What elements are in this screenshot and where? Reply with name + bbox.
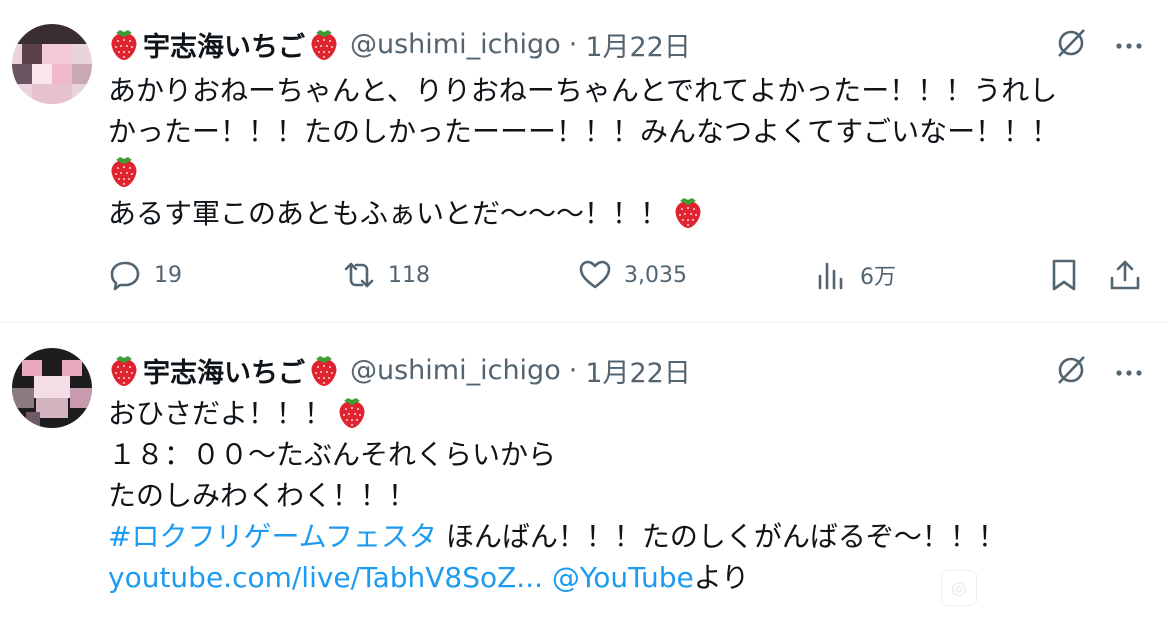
strawberry-icon: [108, 353, 140, 387]
strawberry-icon: [108, 27, 140, 61]
tweet-line: あかりおねーちゃんと、りりおねーちゃんとでれてよかったー！！！うれし: [108, 74, 1058, 107]
avatar[interactable]: [12, 24, 92, 104]
tweet[interactable]: 宇志海いちご @ushimi_ichigo · 1月22日 あかりおねーちゃんと…: [0, 0, 1168, 323]
author-name[interactable]: 宇志海いちご: [108, 351, 340, 390]
avatar[interactable]: [12, 348, 92, 428]
tweet-line: youtube.com/live/TabhV8SoZ... @YouTubeより: [108, 557, 1148, 598]
views-icon: [814, 258, 848, 292]
more-icon[interactable]: [1114, 36, 1144, 55]
mention-link[interactable]: @YouTube: [552, 561, 694, 594]
tweet-line-text: ほんばん！！！たのしくがんばるぞ〜！！！: [436, 520, 1006, 553]
tweet-line: [108, 152, 1148, 193]
tweet-text: おひさだよ！！！ １８：００〜たぶんそれくらいから たのしみわくわく！！！ #ロ…: [108, 393, 1148, 598]
tweet-line: １８：００〜たぶんそれくらいから: [108, 438, 557, 471]
watermark-icon: ◎: [941, 570, 977, 606]
reply-count: 19: [154, 262, 182, 288]
tweet-line: あるす軍このあともふぁいとだ〜〜〜！！！: [108, 193, 1148, 234]
tweet[interactable]: 宇志海いちご @ushimi_ichigo · 1月22日 おひさだよ！！！ １…: [0, 323, 1168, 618]
tweet-date[interactable]: 1月22日: [585, 25, 691, 64]
tweet-line-text: おひさだよ！！！: [108, 397, 333, 430]
repost-button[interactable]: 118: [342, 258, 430, 292]
repost-count: 118: [388, 262, 430, 288]
reply-button[interactable]: 19: [108, 258, 182, 292]
like-button[interactable]: 3,035: [578, 258, 687, 292]
author-name[interactable]: 宇志海いちご: [108, 25, 340, 64]
author-handle[interactable]: @ushimi_ichigo: [350, 29, 561, 60]
views-button[interactable]: 6万: [814, 258, 896, 292]
tweet-line: おひさだよ！！！: [108, 393, 1148, 434]
tweet-date[interactable]: 1月22日: [585, 351, 691, 390]
grok-icon[interactable]: [1054, 26, 1088, 64]
tweet-text: あかりおねーちゃんと、りりおねーちゃんとでれてよかったー！！！うれし かったー！…: [108, 70, 1148, 234]
bookmark-icon: [1047, 258, 1081, 292]
author-name-text: 宇志海いちご: [143, 31, 305, 63]
tweet-line: たのしみわくわく！！！: [108, 479, 417, 512]
share-button[interactable]: [1108, 258, 1142, 292]
share-icon: [1108, 258, 1142, 292]
tweet-action-bar: 19 118 3,035 6万: [108, 258, 1144, 298]
tweet-header: 宇志海いちご @ushimi_ichigo · 1月22日: [108, 350, 691, 390]
strawberry-icon: [308, 27, 340, 61]
strawberry-icon: [308, 353, 340, 387]
repost-icon: [342, 258, 376, 292]
strawberry-icon: [108, 154, 140, 188]
tweet-line: かったー！！！たのしかったーーー！！！みんなつよくてすごいなー！！！: [108, 115, 1060, 148]
strawberry-icon: [672, 195, 704, 229]
reply-icon: [108, 258, 142, 292]
like-count: 3,035: [624, 262, 687, 288]
strawberry-icon: [336, 395, 368, 429]
separator-dot: ·: [568, 28, 578, 60]
tweet-header: 宇志海いちご @ushimi_ichigo · 1月22日: [108, 24, 691, 64]
tweet-top-actions: [1054, 26, 1144, 64]
bookmark-button[interactable]: [1047, 258, 1081, 292]
tweet-line-text: あるす軍このあともふぁいとだ〜〜〜！！！: [108, 197, 669, 230]
tweet-line-text: より: [693, 561, 750, 594]
tweet-line: #ロクフリゲームフェスタ ほんばん！！！たのしくがんばるぞ〜！！！: [108, 516, 1148, 557]
youtube-link[interactable]: youtube.com/live/TabhV8SoZ...: [108, 561, 543, 594]
separator-dot: ·: [568, 354, 578, 386]
grok-icon[interactable]: [1054, 353, 1088, 391]
more-icon[interactable]: [1114, 363, 1144, 382]
like-icon: [578, 258, 612, 292]
views-count: 6万: [860, 265, 896, 290]
author-name-text: 宇志海いちご: [143, 357, 305, 389]
author-handle[interactable]: @ushimi_ichigo: [350, 355, 561, 386]
hashtag-link[interactable]: #ロクフリゲームフェスタ: [108, 520, 437, 553]
tweet-top-actions: [1054, 353, 1144, 391]
